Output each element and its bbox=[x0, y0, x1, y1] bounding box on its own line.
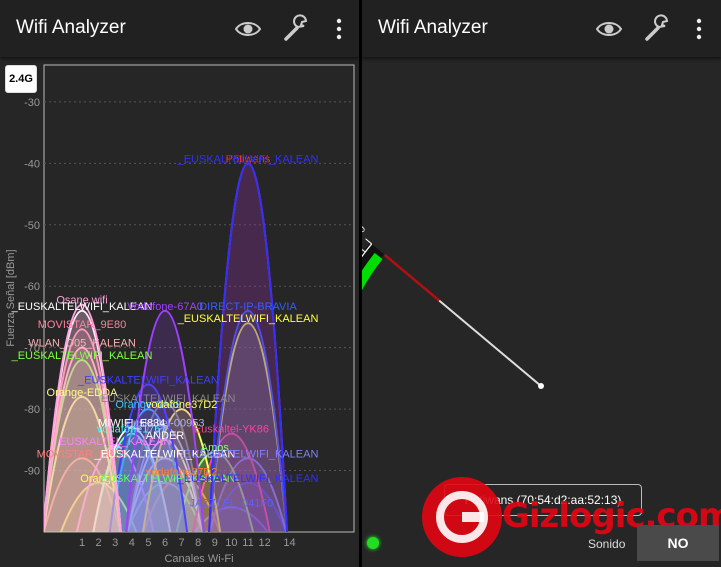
x-tick-label: 5 bbox=[145, 537, 151, 549]
network-label: _EUSKALTELWIFI_KALEAN bbox=[177, 153, 319, 165]
network-label: Euskaltel-YK86 bbox=[194, 424, 269, 436]
x-tick-label: 9 bbox=[212, 537, 218, 549]
network-label: Vodafone-67A0 bbox=[127, 301, 203, 313]
more-vert-icon[interactable] bbox=[684, 14, 714, 44]
x-tick-label: 4 bbox=[129, 537, 135, 549]
network-label: MOVISTAR_9E80 bbox=[38, 319, 126, 331]
sound-toggle-button[interactable]: NO bbox=[637, 525, 719, 561]
gauge-tick bbox=[365, 238, 373, 245]
y-axis-label: Fuerza Señal [dBm] bbox=[5, 249, 17, 346]
x-tick-label: 3 bbox=[112, 537, 118, 549]
x-tick-label: 2 bbox=[96, 537, 102, 549]
eye-icon[interactable] bbox=[594, 14, 624, 44]
sound-label: Sonido bbox=[588, 537, 626, 551]
x-tick-label: 7 bbox=[179, 537, 185, 549]
network-label: WLAN_D05_KALEAN bbox=[28, 338, 136, 350]
network-label: vodafone37D2 bbox=[146, 399, 218, 411]
gizlogic-logo bbox=[422, 477, 502, 557]
app-title: Wifi Analyzer bbox=[378, 17, 488, 38]
y-tick-label: -30 bbox=[24, 97, 40, 109]
network-label: _EUSKALTELWIFI_KALEAN bbox=[177, 448, 319, 460]
gauge-zone bbox=[362, 252, 383, 291]
y-tick-label: -90 bbox=[24, 466, 40, 478]
x-tick-label: 6 bbox=[162, 537, 168, 549]
network-label: JAZZTEL_041F0 bbox=[190, 497, 274, 509]
meter-panel: Wifi Analyzer -100-90-80-70-60-50-40 dBm… bbox=[362, 0, 721, 567]
y-tick-label: -40 bbox=[24, 158, 40, 170]
gauge-needle-tip bbox=[383, 253, 440, 302]
x-tick-label: 11 bbox=[242, 537, 253, 549]
x-tick-label: 12 bbox=[258, 537, 270, 549]
gauge-needle bbox=[438, 299, 542, 387]
signal-chart: Potiwans_EUSKALTELWIFI_KALEAN_EUSKALTELW… bbox=[5, 64, 355, 565]
network-label: vodafone37D2 bbox=[146, 467, 218, 479]
network-label: EUSKALTEL_KALEAN bbox=[59, 436, 171, 448]
network-label: DIRECT-IP-BRAVIA bbox=[199, 301, 297, 313]
x-tick-label: 8 bbox=[195, 537, 201, 549]
network-label: _EUSKALTELWIFI_KALEAN bbox=[177, 313, 319, 325]
app-bar: Wifi Analyzer bbox=[362, 0, 721, 57]
x-tick-label: 1 bbox=[79, 537, 85, 549]
y-tick-label: -80 bbox=[24, 404, 40, 416]
x-tick-label: 14 bbox=[283, 537, 295, 549]
y-tick-label: -70 bbox=[24, 343, 40, 355]
gauge-needle-pivot bbox=[538, 383, 544, 389]
wrench-icon[interactable] bbox=[642, 14, 672, 44]
y-tick-label: -60 bbox=[24, 281, 40, 293]
y-tick-label: -50 bbox=[24, 220, 40, 232]
graph-panel: Wifi Analyzer 2.4G Potiwans _EUSKALTELWIF… bbox=[0, 0, 359, 567]
signal-gauge: -100-90-80-70-60-50-40 dBm bbox=[362, 223, 544, 389]
x-axis-label: Canales Wi-Fi bbox=[164, 553, 233, 565]
x-tick-label: 10 bbox=[225, 537, 237, 549]
status-led bbox=[367, 537, 379, 549]
network-label: _EUSKALTELWIFI_KALEAN bbox=[77, 375, 219, 387]
